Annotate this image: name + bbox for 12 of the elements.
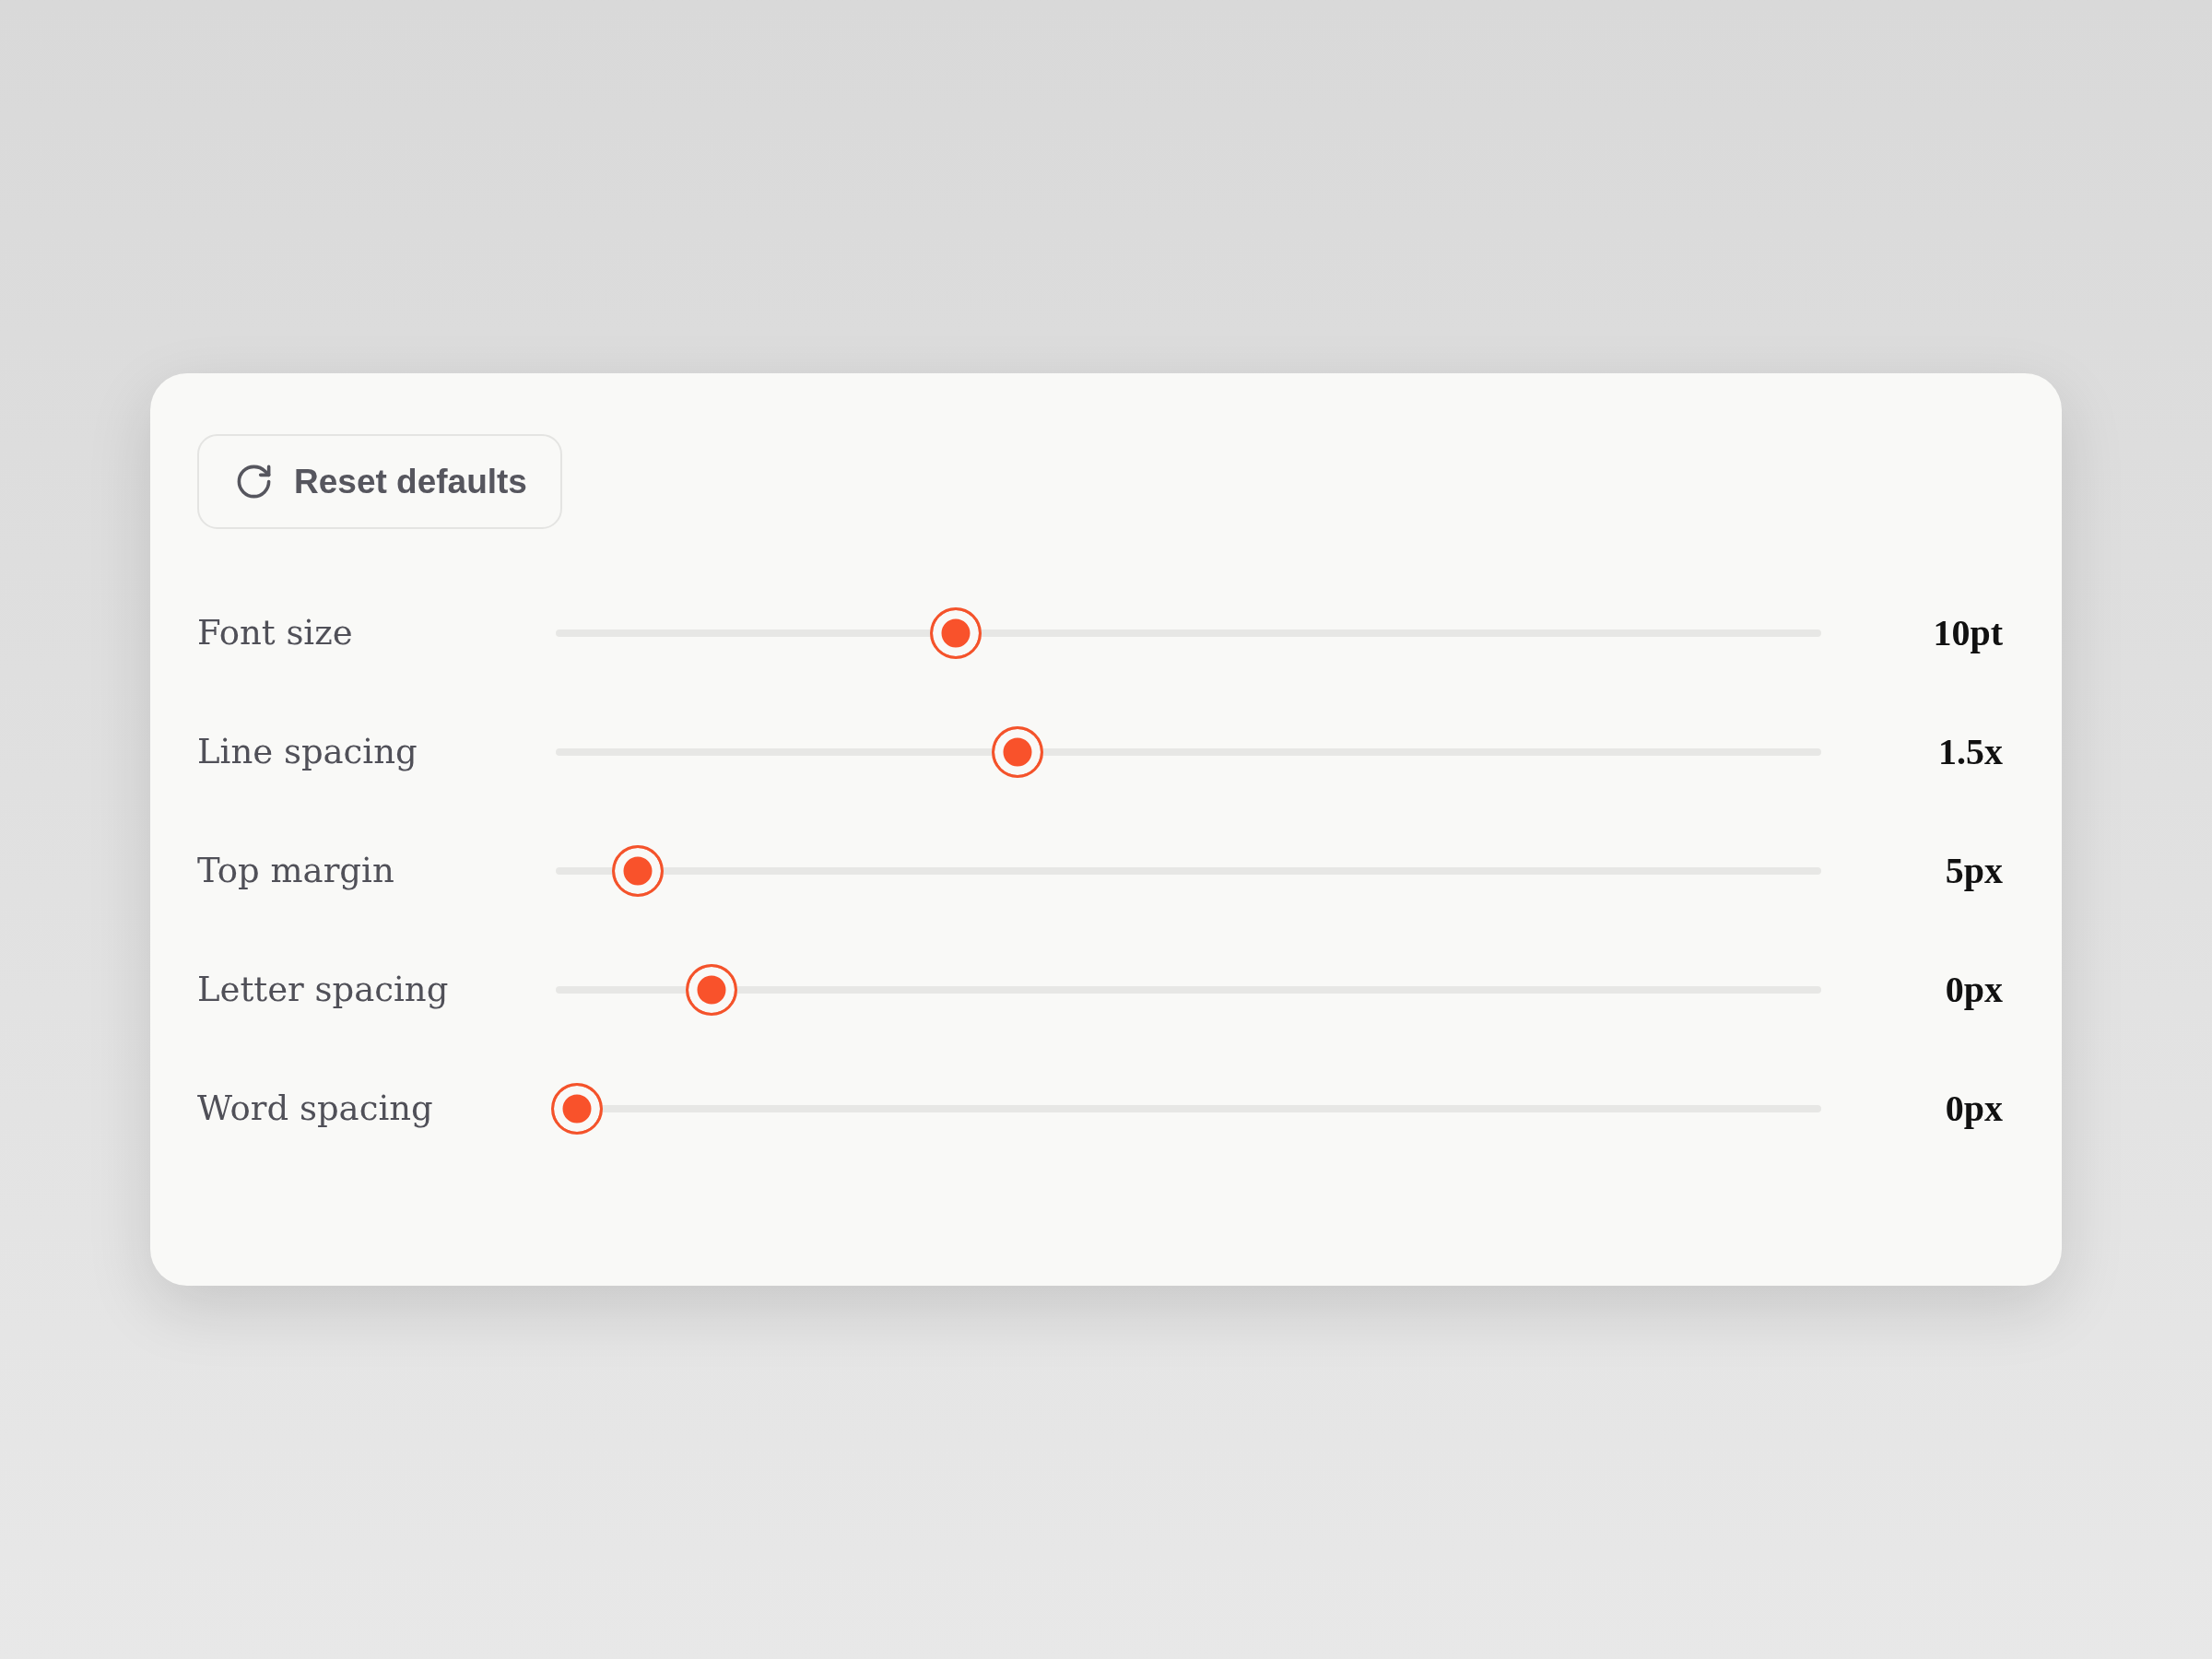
setting-label: Font size	[197, 612, 353, 653]
setting-value: 0px	[1945, 1089, 2003, 1127]
setting-value: 10pt	[1933, 614, 2003, 652]
slider-thumb[interactable]	[551, 1082, 603, 1135]
setting-value: 5px	[1945, 852, 2003, 889]
reset-defaults-button[interactable]: Reset defaults	[197, 434, 562, 529]
setting-label: Top margin	[197, 850, 394, 890]
setting-label: Letter spacing	[197, 969, 449, 1009]
setting-label: Line spacing	[197, 731, 418, 771]
setting-label: Word spacing	[197, 1088, 433, 1128]
setting-value: 0px	[1945, 971, 2003, 1008]
setting-value: 1.5x	[1938, 733, 2003, 771]
